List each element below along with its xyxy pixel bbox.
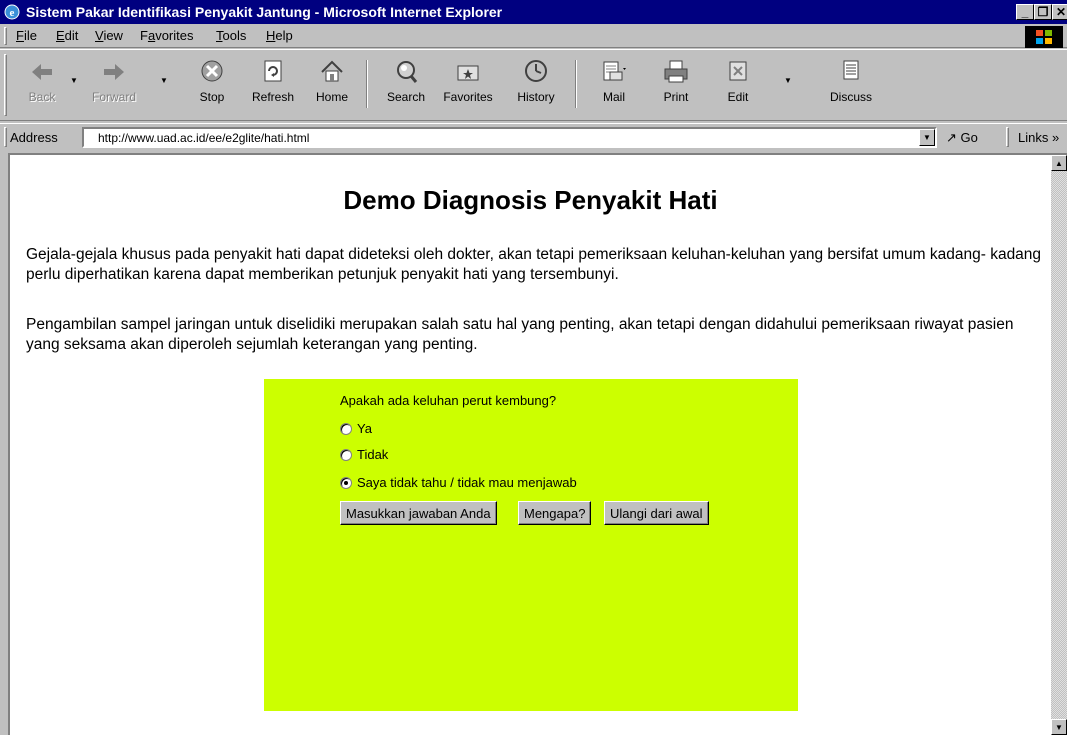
favorites-folder-icon xyxy=(457,65,479,81)
back-button[interactable]: Back xyxy=(14,56,70,114)
scroll-up-icon[interactable]: ▲ xyxy=(1051,155,1067,171)
edit-label: Edit xyxy=(727,90,749,104)
windows-logo-icon xyxy=(1025,26,1063,48)
standard-toolbar: Back ▼ Forward ▼ Stop Refresh Home Searc… xyxy=(0,49,1067,121)
go-button[interactable]: ↗ Go xyxy=(946,130,978,146)
maximize-button[interactable]: ❐ xyxy=(1034,4,1052,20)
edit-page-icon xyxy=(729,61,747,81)
search-label: Search xyxy=(386,90,426,104)
home-icon xyxy=(321,60,343,82)
refresh-button[interactable]: Refresh xyxy=(245,56,301,114)
page-title: Demo Diagnosis Penyakit Hati xyxy=(343,185,718,215)
stop-button[interactable]: Stop xyxy=(184,56,240,114)
discuss-icon xyxy=(843,60,859,80)
option-label: Ya xyxy=(357,421,372,436)
toolbar-separator xyxy=(575,60,577,108)
address-label: Address xyxy=(10,130,58,145)
toolbar-separator xyxy=(366,60,368,108)
browser-window: e Sistem Pakar Identifikasi Penyakit Jan… xyxy=(0,0,1067,735)
minimize-button[interactable]: _ xyxy=(1016,4,1034,20)
menu-help[interactable]: Help xyxy=(266,28,293,43)
refresh-label: Refresh xyxy=(251,90,295,104)
forward-arrow-icon xyxy=(104,64,124,80)
edit-dropdown-icon[interactable]: ▼ xyxy=(784,76,792,85)
option-tidak[interactable]: Tidak xyxy=(340,447,388,462)
menu-file[interactable]: File xyxy=(16,28,37,43)
radio-button-selected[interactable] xyxy=(340,476,352,489)
mail-button[interactable]: Mail xyxy=(586,56,642,114)
menu-favorites[interactable]: Favorites xyxy=(140,28,193,43)
option-ya[interactable]: Ya xyxy=(340,421,372,436)
print-label: Print xyxy=(663,90,689,104)
question-text: Apakah ada keluhan perut kembung? xyxy=(340,393,557,408)
vertical-scrollbar[interactable]: ▲ ▼ xyxy=(1051,155,1067,735)
address-dropdown-icon[interactable]: ▼ xyxy=(919,129,935,146)
forward-dropdown-icon[interactable]: ▼ xyxy=(160,76,168,85)
links-grip xyxy=(1006,127,1009,147)
mail-label: Mail xyxy=(602,90,625,104)
history-button[interactable]: History xyxy=(508,56,564,114)
restart-button[interactable]: Ulangi dari awal xyxy=(604,501,709,525)
back-label: Back xyxy=(28,90,56,104)
ie-icon: e xyxy=(4,4,20,20)
option-tidak-tahu[interactable]: Saya tidak tahu / tidak mau menjawab xyxy=(340,475,577,490)
stop-label: Stop xyxy=(199,90,225,104)
discuss-button[interactable]: Discuss xyxy=(823,56,879,114)
mail-icon xyxy=(603,61,626,81)
menu-edit[interactable]: Edit xyxy=(56,28,78,43)
address-url: http://www.uad.ac.id/ee/e2glite/hati.htm… xyxy=(98,131,310,145)
menu-grip xyxy=(4,27,7,45)
menu-bar: File Edit View Favorites Tools Help xyxy=(0,24,1067,48)
address-input[interactable]: http://www.uad.ac.id/ee/e2glite/hati.htm… xyxy=(82,127,937,148)
forward-button[interactable]: Forward xyxy=(86,56,142,114)
intro-paragraph: Gejala-gejala khusus pada penyakit hati … xyxy=(26,246,1042,283)
sampling-paragraph: Pengambilan sampel jaringan untuk diseli… xyxy=(26,316,1014,353)
printer-icon xyxy=(664,60,688,83)
history-label: History xyxy=(517,90,555,104)
history-icon xyxy=(525,60,547,82)
window-title: Sistem Pakar Identifikasi Penyakit Jantu… xyxy=(26,4,503,20)
go-label: Go xyxy=(960,130,978,145)
title-bar: e Sistem Pakar Identifikasi Penyakit Jan… xyxy=(0,0,1067,24)
links-button[interactable]: Links » xyxy=(1018,130,1059,145)
radio-button[interactable] xyxy=(340,448,352,461)
menu-tools[interactable]: Tools xyxy=(216,28,246,43)
address-bar: Address http://www.uad.ac.id/ee/e2glite/… xyxy=(0,123,1067,149)
refresh-icon xyxy=(264,60,282,82)
scroll-down-icon[interactable]: ▼ xyxy=(1051,719,1067,735)
go-arrow-icon: ↗ xyxy=(946,130,957,145)
home-label: Home xyxy=(315,90,348,104)
home-button[interactable]: Home xyxy=(304,56,360,114)
svg-text:e: e xyxy=(10,7,15,19)
page-viewport: Demo Diagnosis Penyakit Hati Gejala-geja… xyxy=(8,153,1067,735)
back-dropdown-icon[interactable]: ▼ xyxy=(70,76,78,85)
favorites-label: Favorites xyxy=(443,90,493,104)
toolbar-grip xyxy=(4,54,7,116)
search-icon xyxy=(397,61,418,83)
option-label: Saya tidak tahu / tidak mau menjawab xyxy=(357,475,577,490)
search-button[interactable]: Search xyxy=(378,56,434,114)
why-button[interactable]: Mengapa? xyxy=(518,501,592,525)
option-label: Tidak xyxy=(357,447,389,462)
radio-button[interactable] xyxy=(340,422,352,435)
address-grip xyxy=(4,127,7,147)
favorites-button[interactable]: Favorites xyxy=(440,56,496,114)
stop-icon xyxy=(201,60,223,82)
discuss-label: Discuss xyxy=(829,90,872,104)
close-button[interactable]: ✕ xyxy=(1052,4,1067,20)
print-button[interactable]: Print xyxy=(648,56,704,114)
edit-button[interactable]: Edit xyxy=(710,56,766,114)
submit-answer-button[interactable]: Masukkan jawaban Anda xyxy=(340,501,497,525)
menu-view[interactable]: View xyxy=(95,28,123,43)
back-arrow-icon xyxy=(32,64,52,80)
forward-label: Forward xyxy=(91,90,136,104)
diagnosis-form-panel: Apakah ada keluhan perut kembung? Ya Tid… xyxy=(264,379,798,711)
